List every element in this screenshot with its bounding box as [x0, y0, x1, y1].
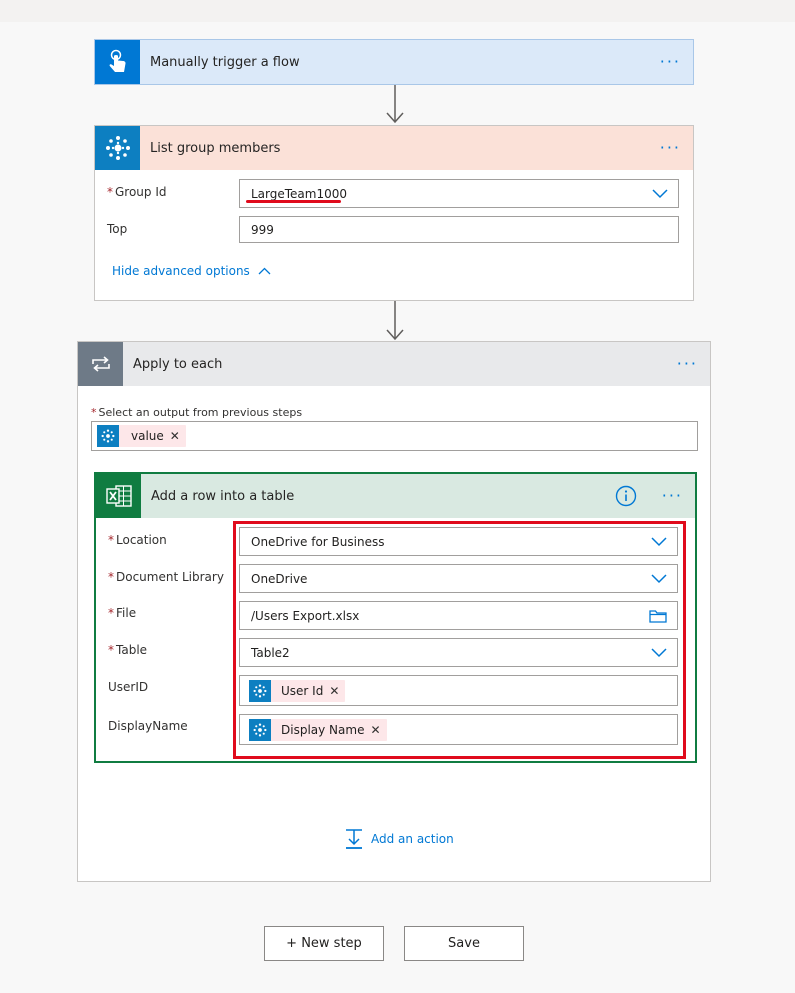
- top-band: [0, 0, 795, 22]
- add-action-icon: [346, 829, 362, 849]
- select-output-label: * Select an output from previous steps: [91, 406, 303, 419]
- select-output-input[interactable]: value ✕: [91, 421, 698, 451]
- trigger-more-menu[interactable]: ···: [660, 54, 681, 70]
- add-an-action-label: Add an action: [371, 832, 454, 846]
- group-network-icon: [97, 425, 119, 447]
- red-highlight-annotation: [233, 521, 686, 759]
- add-row-more-menu[interactable]: ···: [662, 488, 683, 504]
- hide-advanced-options-link[interactable]: Hide advanced options: [112, 264, 271, 278]
- loop-icon: [78, 342, 123, 386]
- list-group-members-card: List group members ··· * Group Id LargeTe…: [94, 125, 694, 301]
- red-underline-annotation: [246, 200, 341, 203]
- file-label: * File: [108, 606, 137, 620]
- list-members-title: List group members: [150, 140, 281, 156]
- chevron-up-icon: [258, 267, 271, 275]
- apply-each-more-menu[interactable]: ···: [677, 356, 698, 372]
- document-library-label: * Document Library: [108, 570, 224, 584]
- connector-arrow-2: [386, 301, 404, 341]
- excel-icon: [96, 474, 141, 518]
- apply-each-header[interactable]: Apply to each ···: [78, 342, 710, 386]
- trigger-title: Manually trigger a flow: [150, 54, 300, 70]
- add-an-action-button[interactable]: Add an action: [344, 828, 454, 850]
- add-row-header[interactable]: Add a row into a table ···: [96, 474, 695, 518]
- value-token-label: value: [131, 429, 164, 443]
- table-label: * Table: [108, 643, 148, 657]
- group-id-dropdown[interactable]: LargeTeam1000: [239, 179, 679, 208]
- touch-icon: [95, 40, 140, 84]
- group-id-value: LargeTeam1000: [251, 186, 348, 201]
- apply-each-title: Apply to each: [133, 356, 223, 372]
- connector-arrow-1: [386, 85, 404, 124]
- info-icon[interactable]: [615, 485, 637, 507]
- location-label: * Location: [108, 533, 167, 547]
- trigger-card[interactable]: Manually trigger a flow ···: [94, 39, 694, 85]
- add-row-card: Add a row into a table ··· * Location * Do…: [94, 472, 697, 763]
- displayname-label: DisplayName: [108, 719, 188, 733]
- list-members-more-menu[interactable]: ···: [660, 140, 681, 156]
- top-input[interactable]: 999: [239, 216, 679, 243]
- add-row-title: Add a row into a table: [151, 488, 295, 504]
- apply-to-each-card: Apply to each ··· * Select an output from…: [77, 341, 711, 882]
- remove-token-icon[interactable]: ✕: [170, 429, 186, 443]
- save-button[interactable]: Save: [404, 926, 524, 961]
- new-step-button[interactable]: + New step: [264, 926, 384, 961]
- group-network-icon: [95, 126, 140, 170]
- top-label: Top: [107, 222, 128, 236]
- list-members-header[interactable]: List group members ···: [95, 126, 693, 170]
- value-token[interactable]: value ✕: [97, 425, 186, 447]
- top-value: 999: [251, 222, 274, 237]
- group-id-label: * Group Id: [107, 185, 167, 199]
- chevron-down-icon: [652, 188, 668, 198]
- userid-label: UserID: [108, 680, 149, 694]
